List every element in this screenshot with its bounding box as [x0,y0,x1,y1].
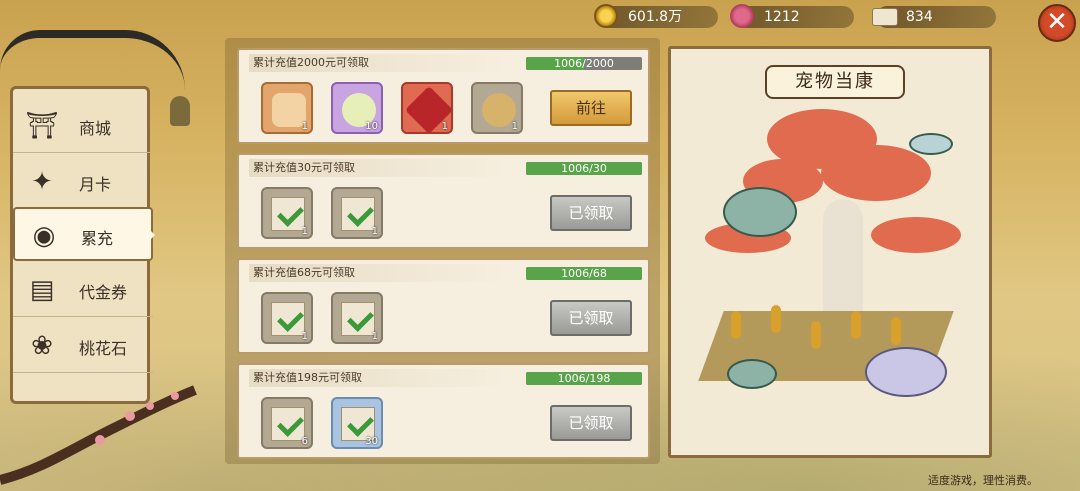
claimed-check-icon [271,407,305,441]
pet-showcase-panel: 宠物当康 [668,46,992,458]
menu-item-monthly-card[interactable]: ✦ 月卡 [13,155,153,209]
bell-icon [170,96,190,126]
reward-title: 累计充值198元可领取 [249,369,509,387]
go-button[interactable]: 前往 [550,90,632,126]
tree-canopy [871,217,961,253]
item-count: 6 [301,436,308,447]
item-count: 1 [371,331,378,342]
reward-row-68: 累计充值68元可领取 1006/68 1 1 已领取 [237,258,650,354]
gem-value: 1212 [764,9,800,25]
gem-counter: 1212 [730,4,854,28]
ticket-value: 834 [906,9,933,25]
reward-row-2000: 累计充值2000元可领取 1006/2000 1 10 1 1 前往 [237,48,650,144]
shop-icon: ⛩ [25,111,59,141]
menu-item-label: 商城 [79,119,112,138]
reward-item[interactable]: 1 [261,187,313,239]
reward-item[interactable]: 10 [331,82,383,134]
flying-pet [723,187,797,237]
side-menu: ⛩ 商城 ✦ 月卡 ◉ 累充 ▤ 代金券 ❀ 桃花石 [10,86,155,404]
small-flying-pet [909,133,953,155]
progress-bar: 1006/2000 [526,57,642,70]
menu-item-label: 月卡 [79,175,112,194]
roof-decoration [0,30,185,90]
sleeping-pet [865,347,947,397]
reward-item[interactable]: 1 [401,82,454,135]
progress-bar: 1006/30 [526,162,642,175]
wheat-stalk [811,321,821,349]
menu-item-label: 代金券 [79,283,128,302]
item-count: 30 [365,436,378,447]
reward-item[interactable]: 1 [261,292,313,344]
claimed-button[interactable]: 已领取 [550,405,632,441]
menu-item-cumulative-recharge[interactable]: ◉ 累充 [13,207,155,261]
reward-item[interactable]: 1 [331,187,383,239]
menu-item-peach-stone[interactable]: ❀ 桃花石 [13,319,153,373]
claimed-check-icon [271,302,305,336]
progress-text: 1006/2000 [554,57,614,70]
money-bag-icon: ◉ [32,221,56,251]
monthly-card-icon: ✦ [31,167,53,197]
item-count: 1 [441,121,448,132]
reward-item[interactable]: 1 [261,82,313,134]
reward-title: 累计充值2000元可领取 [249,54,509,72]
wheat-stalk [851,311,861,339]
item-count: 10 [365,121,378,132]
reward-item[interactable]: 6 [261,397,313,449]
reward-item[interactable]: 30 [331,397,383,449]
reward-item[interactable]: 1 [471,82,523,134]
reward-row-30: 累计充值30元可领取 1006/30 1 1 已领取 [237,153,650,249]
peach-stone-icon: ❀ [31,331,53,361]
coin-counter: 601.8万 [594,4,718,28]
progress-bar: 1006/68 [526,267,642,280]
reward-title: 累计充值68元可领取 [249,264,509,282]
progress-text: 1006/198 [557,372,611,385]
coin-value: 601.8万 [628,9,683,25]
item-count: 1 [371,226,378,237]
item-count: 1 [301,226,308,237]
menu-item-label: 累充 [81,229,114,248]
reward-row-198: 累计充值198元可领取 1006/198 6 30 已领取 [237,363,650,459]
progress-bar: 1006/198 [526,372,642,385]
wheat-stalk [891,317,901,345]
claimed-button[interactable]: 已领取 [550,195,632,231]
progress-text: 1006/30 [561,162,607,175]
claimed-check-icon [271,197,305,231]
item-count: 1 [301,331,308,342]
reward-title: 累计充值30元可领取 [249,159,509,177]
gem-icon [730,4,754,28]
ticket-counter: 834 [872,6,996,28]
ticket-icon [872,8,898,26]
menu-item-voucher[interactable]: ▤ 代金券 [13,263,153,317]
tree-canopy [821,145,931,201]
item-count: 1 [511,121,518,132]
wheat-stalk [771,305,781,333]
menu-item-label: 桃花石 [79,339,128,358]
showcase-title: 宠物当康 [765,65,905,99]
voucher-icon: ▤ [29,275,55,305]
close-button[interactable]: ✕ [1038,4,1076,42]
claimed-check-icon [341,197,375,231]
coin-icon [594,4,618,28]
menu-item-shop[interactable]: ⛩ 商城 [13,99,153,153]
resting-pet [727,359,777,389]
item-count: 1 [301,121,308,132]
claimed-check-icon [341,302,375,336]
wheat-stalk [731,311,741,339]
claimed-button[interactable]: 已领取 [550,300,632,336]
healthy-gaming-notice: 适度游戏，理性消费。 [928,474,1038,487]
reward-item[interactable]: 1 [331,292,383,344]
progress-text: 1006/68 [561,267,607,280]
